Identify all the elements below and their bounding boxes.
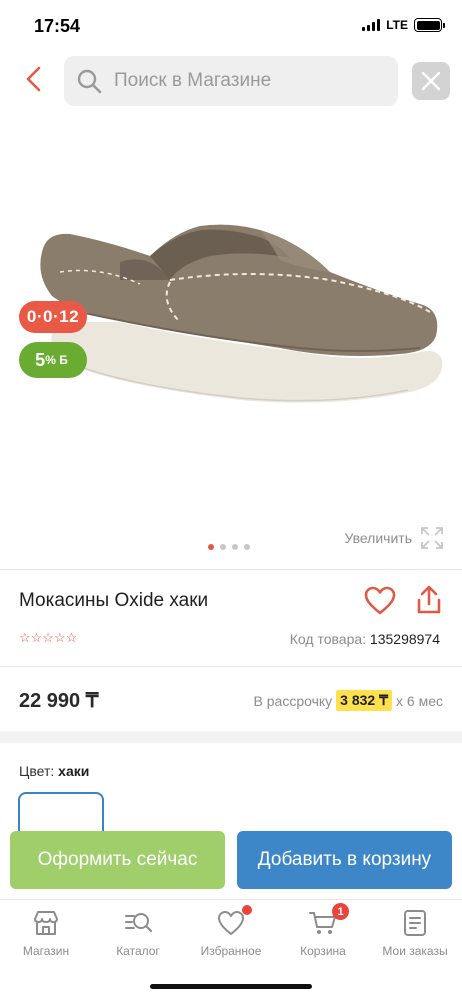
gallery-pagination (208, 544, 250, 550)
page-dot[interactable] (220, 544, 226, 550)
bonus-badge: 5% Б (19, 342, 87, 378)
buy-now-button[interactable]: Оформить сейчас (10, 831, 225, 889)
tab-favorites[interactable]: Избранное (185, 905, 277, 958)
tab-label: Мои заказы (382, 944, 448, 958)
color-label: Цвет: хаки (19, 763, 89, 779)
product-code-label: Код товара: (289, 631, 367, 647)
color-value: хаки (58, 763, 90, 779)
favorite-button[interactable] (364, 586, 396, 621)
product-title: Мокасины Oxide хаки (19, 590, 209, 611)
shop-icon (34, 911, 58, 935)
product-code: Код товара: 135298974 (290, 631, 440, 647)
tab-label: Каталог (116, 944, 160, 958)
close-icon (421, 71, 441, 91)
tab-orders[interactable]: Мои заказы (369, 908, 461, 958)
product-code-value: 135298974 (369, 631, 440, 647)
chevron-left-icon (26, 66, 41, 92)
zoom-label: Увеличить (344, 530, 412, 546)
installment-info[interactable]: В рассрочку 3 832 ₸ x 6 мес (254, 690, 443, 711)
installment-suffix: x 6 мес (396, 692, 443, 709)
divider (0, 666, 462, 667)
tab-icon-wrap: 1 (308, 903, 349, 938)
page-dot[interactable] (244, 544, 250, 550)
network-type: LTE (386, 18, 408, 32)
section-separator (0, 731, 462, 743)
tab-label: Магазин (22, 944, 70, 958)
page-dot[interactable] (208, 544, 214, 550)
installment-prefix: В рассрочку (253, 692, 333, 709)
share-button[interactable] (415, 584, 443, 621)
zoom-button[interactable]: Увеличить (344, 526, 444, 550)
clear-search-button[interactable] (412, 62, 450, 100)
tab-label: Избранное (200, 944, 262, 958)
search-box[interactable] (64, 56, 398, 106)
back-button[interactable] (20, 64, 50, 94)
tab-cart[interactable]: 1 Корзина (277, 903, 369, 958)
product-price: 22 990 ₸ (19, 690, 99, 712)
battery-icon (414, 18, 445, 32)
status-indicators: LTE (362, 18, 445, 32)
rating-stars-text: ☆☆☆☆☆ (19, 630, 78, 645)
installment-amount: 3 832 ₸ (336, 690, 393, 711)
search-icon (77, 69, 102, 94)
search-input[interactable] (114, 70, 374, 92)
tab-label: Корзина (300, 944, 346, 958)
timer-badge: 0·0·12 (19, 301, 87, 333)
rating-stars[interactable]: ☆☆☆☆☆ (19, 631, 77, 645)
product-gallery[interactable]: 0·0·12 5% Б Увеличить (0, 112, 462, 566)
tab-catalog[interactable]: Каталог (92, 908, 184, 958)
cart-badge: 1 (332, 903, 349, 920)
heart-icon (364, 586, 396, 615)
status-time: 17:54 (34, 16, 81, 36)
tab-shop[interactable]: Магазин (0, 908, 92, 958)
color-swatch[interactable] (18, 792, 104, 832)
share-icon (417, 585, 441, 614)
color-label-text: Цвет: (19, 763, 55, 779)
expand-icon (421, 527, 443, 549)
favorites-dot (242, 905, 252, 915)
search-header (0, 54, 462, 108)
heart-icon (218, 911, 244, 935)
bonus-badge-unit: % Б (45, 353, 68, 367)
orders-icon (404, 910, 426, 936)
page-dot[interactable] (232, 544, 238, 550)
bonus-badge-value: 5 (35, 349, 46, 370)
signal-icon (362, 19, 381, 31)
divider (0, 569, 462, 570)
tab-icon-wrap (216, 905, 252, 938)
home-indicator[interactable] (150, 984, 312, 989)
add-to-cart-button[interactable]: Добавить в корзину (237, 831, 452, 889)
catalog-search-icon (125, 913, 153, 933)
status-bar: 17:54 LTE (0, 0, 462, 52)
